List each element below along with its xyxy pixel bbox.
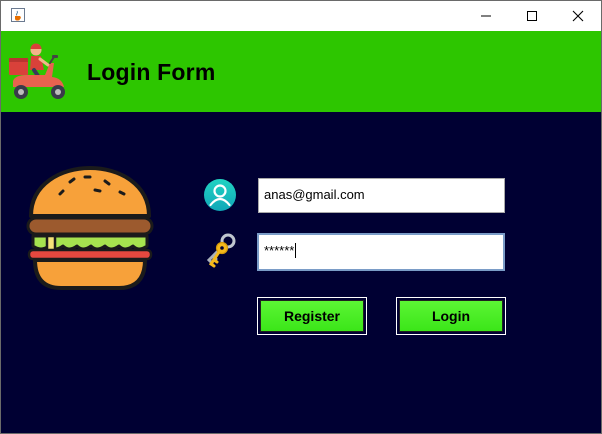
header-banner: Login Form — [1, 31, 601, 112]
burger-icon — [25, 166, 155, 292]
keys-icon — [201, 232, 239, 270]
login-button-label: Login — [399, 300, 503, 332]
password-field[interactable]: ****** — [257, 233, 505, 271]
page-title: Login Form — [87, 59, 216, 85]
text-caret — [295, 242, 297, 258]
login-button[interactable]: Login — [396, 297, 506, 335]
minimize-icon — [481, 15, 491, 17]
password-value: ****** — [264, 243, 295, 258]
email-field[interactable]: anas@gmail.com — [258, 178, 505, 213]
user-icon — [203, 178, 237, 212]
close-icon — [572, 10, 584, 22]
login-panel: anas@gmail.com ****** Register Login — [1, 112, 601, 433]
minimize-button[interactable] — [463, 1, 509, 31]
maximize-button[interactable] — [509, 1, 555, 31]
title-bar — [1, 1, 601, 31]
close-button[interactable] — [555, 1, 601, 31]
email-value: anas@gmail.com — [264, 187, 365, 202]
java-cup-icon — [11, 8, 25, 22]
app-window: Login Form anas@gmail.com ****** Registe… — [0, 0, 602, 434]
register-button[interactable]: Register — [257, 297, 367, 335]
register-button-label: Register — [260, 300, 364, 332]
maximize-icon — [527, 11, 537, 21]
delivery-scooter-icon — [7, 41, 73, 103]
